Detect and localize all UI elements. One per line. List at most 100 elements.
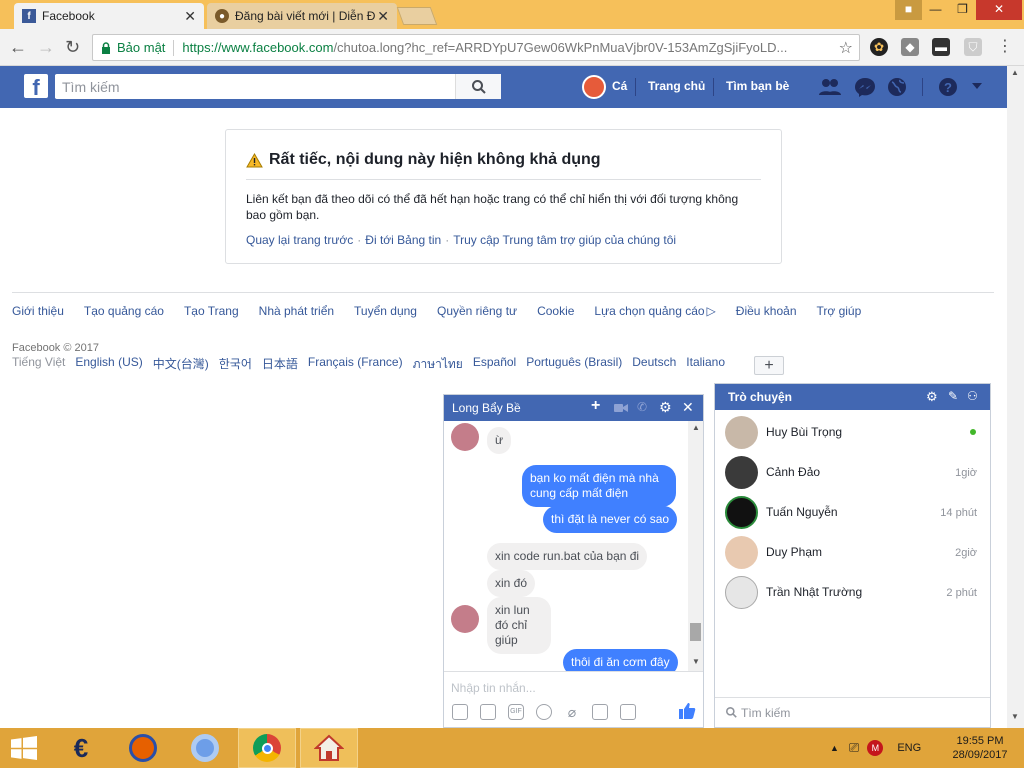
tab-close-icon[interactable]: ✕	[377, 8, 389, 25]
language-link[interactable]: 한국어	[219, 355, 252, 374]
help-center-link[interactable]: Truy cập Trung tâm trợ giúp của chúng tô…	[453, 233, 676, 247]
footer-link[interactable]: Trợ giúp	[817, 304, 862, 318]
new-message-icon[interactable]: ✎	[948, 389, 958, 403]
start-button[interactable]	[0, 728, 48, 768]
footer-link-adchoices[interactable]: Lựa chọn quảng cáo ▷	[594, 304, 715, 318]
calendar-icon[interactable]	[620, 704, 636, 720]
footer-link[interactable]: Giới thiệu	[12, 304, 64, 318]
footer-link[interactable]: Cookie	[537, 304, 574, 318]
language-link[interactable]: Français (France)	[308, 355, 403, 374]
close-icon[interactable]: ✕	[682, 399, 694, 416]
search-input[interactable]	[55, 75, 455, 98]
taskbar-app-firefox[interactable]	[114, 728, 172, 768]
gif-icon[interactable]: GIF	[508, 704, 524, 720]
create-group-icon[interactable]: ⚇	[967, 389, 978, 403]
language-link[interactable]: Español	[473, 355, 516, 374]
back-arrow-icon[interactable]: ←	[9, 37, 27, 57]
video-call-icon[interactable]	[614, 403, 628, 413]
friend-requests-icon[interactable]	[819, 77, 841, 97]
help-icon[interactable]: ?	[937, 77, 959, 97]
like-thumb-icon[interactable]	[678, 702, 696, 720]
messenger-icon[interactable]	[854, 77, 876, 97]
tab-close-icon[interactable]: ✕	[184, 8, 196, 25]
language-link[interactable]: English (US)	[75, 355, 142, 374]
language-link[interactable]: 中文(台灣)	[153, 355, 209, 374]
scroll-down-icon[interactable]: ▼	[1011, 712, 1019, 721]
secure-indicator[interactable]: Bảo mật	[101, 40, 165, 55]
news-feed-link[interactable]: Đi tới Bảng tin	[365, 233, 441, 247]
minimize-button[interactable]: —	[922, 0, 949, 20]
footer-link[interactable]: Tạo quảng cáo	[84, 304, 164, 318]
scroll-up-icon[interactable]: ▲	[692, 423, 700, 432]
back-link[interactable]: Quay lại trang trước	[246, 233, 353, 247]
footer-link[interactable]: Điều khoản	[736, 304, 797, 318]
language-link[interactable]: Português (Brasil)	[526, 355, 622, 374]
chat-contact-row[interactable]: Huy Bùi Trọng	[715, 412, 990, 452]
chat-contact-row[interactable]: Trần Nhật Trường 2 phút	[715, 572, 990, 612]
address-bar[interactable]: Bảo mật https://www.facebook.com/chutoa.…	[92, 34, 860, 61]
scroll-thumb[interactable]	[690, 623, 701, 641]
search-button[interactable]	[455, 74, 501, 99]
language-link[interactable]: Deutsch	[632, 355, 676, 374]
gear-icon[interactable]: ⚙	[659, 399, 672, 416]
chat-header[interactable]: Long Bẩy Bề + ✆ ⚙ ✕	[444, 395, 703, 421]
language-link[interactable]: Italiano	[686, 355, 725, 374]
avatar[interactable]	[582, 75, 606, 99]
camera-icon[interactable]	[592, 704, 608, 720]
home-link[interactable]: Trang chủ	[648, 79, 705, 93]
chat-contact-row[interactable]: Cảnh Đảo 1giờ	[715, 452, 990, 492]
language-link[interactable]: 日本語	[262, 355, 298, 374]
bookmark-star-icon[interactable]: ☆	[839, 38, 853, 58]
notifications-globe-icon[interactable]	[886, 77, 908, 97]
voice-call-icon[interactable]: ✆	[637, 400, 647, 414]
sticker-icon[interactable]	[480, 704, 496, 720]
gear-icon[interactable]: ⚙	[926, 389, 938, 405]
message-input[interactable]	[451, 681, 691, 695]
footer-link[interactable]: Nhà phát triển	[259, 304, 334, 318]
footer-link[interactable]: Tuyển dụng	[354, 304, 417, 318]
taskbar-app-chrome[interactable]	[238, 728, 296, 768]
system-clock[interactable]: 19:55 PM 28/09/2017	[940, 734, 1020, 762]
shield-extension-icon[interactable]: ⛉	[964, 38, 982, 56]
tab-facebook[interactable]: f Facebook ✕	[14, 3, 204, 29]
facebook-logo-icon[interactable]: f	[24, 74, 48, 100]
new-tab-button[interactable]	[396, 7, 438, 25]
menu-kebab-icon[interactable]: ⋮	[996, 38, 1014, 56]
page-scrollbar[interactable]: ▲ ▼	[1007, 66, 1024, 728]
chat-sidebar-header[interactable]: Trò chuyện ⚙ ✎ ⚇	[715, 384, 990, 410]
chat-scrollbar[interactable]: ▲ ▼	[688, 421, 703, 671]
input-language[interactable]: ENG	[897, 742, 921, 754]
taskbar-app-eclipse[interactable]: €	[52, 728, 110, 768]
maximize-button[interactable]: ❐	[949, 0, 976, 20]
antivirus-icon[interactable]: M	[867, 740, 884, 756]
tab-forum[interactable]: ● Đăng bài viết mới | Diễn Đ ✕	[207, 3, 397, 29]
url-text[interactable]: https://www.facebook.com/chutoa.long?hc_…	[182, 40, 787, 55]
footer-link[interactable]: Tạo Trang	[184, 304, 239, 318]
spy-extension-icon[interactable]: ▬	[932, 38, 950, 56]
add-people-icon[interactable]: +	[591, 397, 600, 415]
forward-arrow-icon[interactable]: →	[37, 37, 55, 57]
more-languages-button[interactable]: +	[754, 356, 784, 375]
chevron-down-icon[interactable]	[970, 81, 984, 91]
taskbar-app-chromium[interactable]	[176, 728, 234, 768]
bee-extension-icon[interactable]: ✿	[870, 38, 888, 56]
message-list[interactable]: ừ bạn ko mất điện mà nhà cung cấp mất đi…	[444, 421, 703, 671]
scroll-up-icon[interactable]: ▲	[1011, 68, 1019, 77]
scroll-down-icon[interactable]: ▼	[692, 657, 700, 666]
taskbar-app-home[interactable]	[300, 728, 358, 768]
language-link[interactable]: ภาษาไทย	[413, 355, 463, 374]
footer-link[interactable]: Quyền riêng tư	[437, 304, 517, 318]
chat-contact-row[interactable]: Tuấn Nguyễn 14 phút	[715, 492, 990, 532]
chat-contact-row[interactable]: Duy Phạm 2giờ	[715, 532, 990, 572]
profile-link[interactable]: Cá	[612, 79, 627, 93]
reload-icon[interactable]: ↻	[65, 37, 80, 57]
chat-search-input[interactable]	[741, 705, 961, 720]
network-icon[interactable]: ⎚	[849, 740, 859, 756]
close-window-button[interactable]: ✕	[976, 0, 1022, 20]
chat-contact-name[interactable]: Long Bẩy Bề	[452, 401, 521, 415]
user-profile-icon[interactable]: ■	[895, 0, 922, 20]
find-friends-link[interactable]: Tìm bạn bè	[726, 79, 789, 93]
cube-extension-icon[interactable]: ◆	[901, 38, 919, 56]
photo-icon[interactable]	[452, 704, 468, 720]
attachment-icon[interactable]: ⌀	[564, 704, 580, 720]
